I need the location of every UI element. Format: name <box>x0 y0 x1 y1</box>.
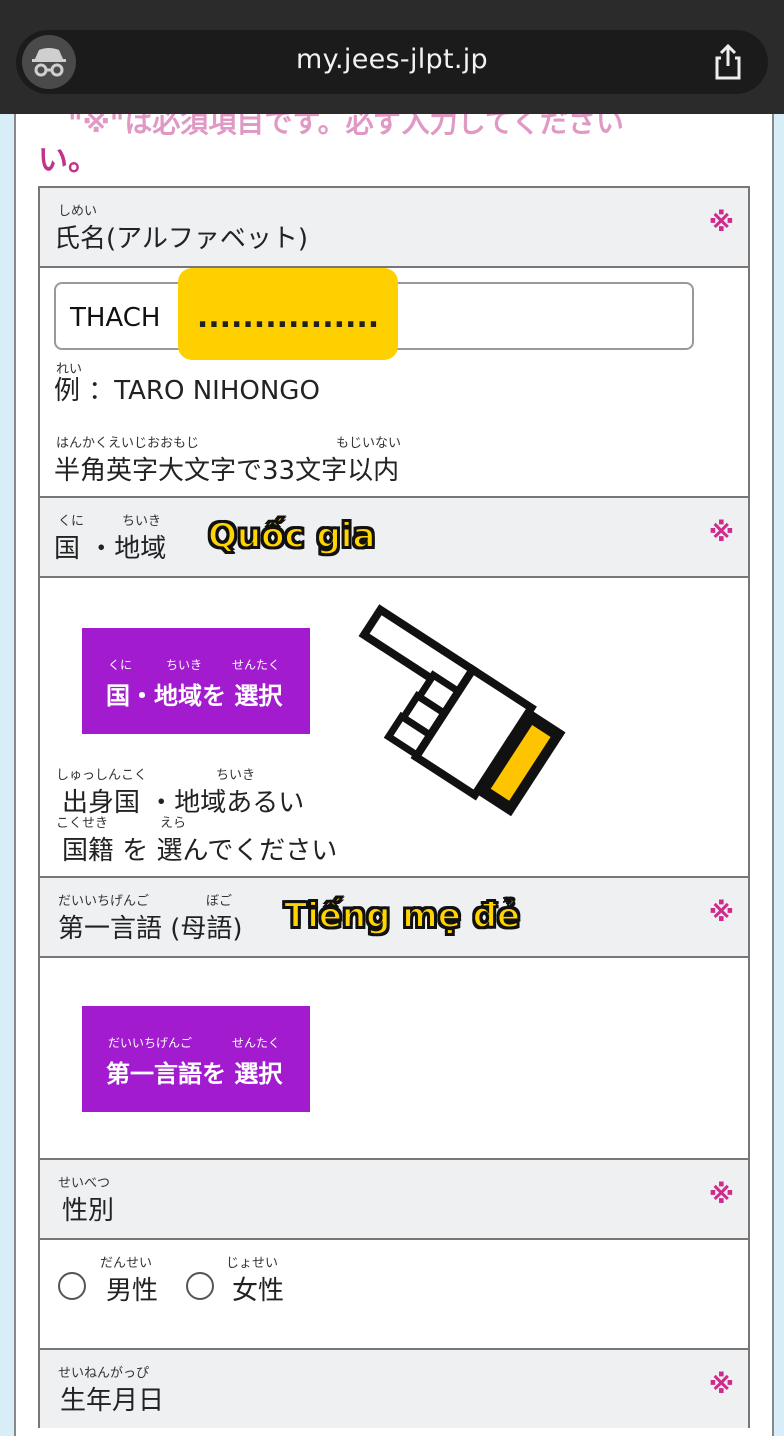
url-text[interactable]: my.jees-jlpt.jp <box>16 44 768 75</box>
birthdate-label: 生年月日 <box>60 1386 165 1416</box>
gender-field-body: だんせい 男性 じょせい 女性 <box>40 1240 748 1350</box>
rule-ruby-2: もじいない <box>336 436 402 451</box>
hint-ruby: こくせき <box>56 816 109 831</box>
male-ruby: だんせい <box>100 1256 153 1271</box>
female-ruby: じょせい <box>226 1256 279 1271</box>
share-icon[interactable] <box>708 42 748 82</box>
mother-tongue-ruby: ぼご <box>206 894 233 909</box>
required-mark: ※ <box>708 518 734 548</box>
language-label: 第一言語 (母語) <box>58 914 243 944</box>
hint-ruby: えら <box>160 816 187 831</box>
country-field-header: くに ちいき 国 ・地域 Quốc gia ※ <box>40 498 748 578</box>
name-field-header: しめい 氏名(アルファベット) ※ <box>40 188 748 268</box>
required-mark: ※ <box>708 898 734 928</box>
address-bar[interactable]: my.jees-jlpt.jp <box>16 30 768 94</box>
birthdate-field-header: せいねんがっぴ 生年月日 ※ <box>40 1350 748 1428</box>
required-mark: ※ <box>708 208 734 238</box>
name-field-body: THACH ................ れい 例 ：TARO NIHONG… <box>40 268 748 498</box>
female-radio[interactable] <box>186 1272 214 1300</box>
language-field-header: だいいちげんご ぼご 第一言語 (母語) Tiếng mẹ đẻ ※ <box>40 878 748 958</box>
region-ruby: ちいき <box>122 514 162 529</box>
select-country-button[interactable]: くに ちいき せんたく 国・地域を 選択 <box>82 628 310 734</box>
masked-name-overlay: ................ <box>178 268 398 360</box>
male-radio[interactable] <box>58 1272 86 1300</box>
required-mark: ※ <box>708 1180 734 1210</box>
hint-ruby: ちいき <box>216 768 256 783</box>
name-example: 例 ：TARO NIHONGO <box>54 376 320 406</box>
country-caption: Quốc gia <box>207 515 376 557</box>
language-field-body: だいいちげんご せんたく 第一言語を 選択 <box>40 958 748 1160</box>
browser-toolbar: my.jees-jlpt.jp <box>0 0 784 114</box>
name-ruby: しめい <box>58 204 98 219</box>
name-rule: 半角英字大文字で33文字以内 <box>54 456 400 486</box>
select-language-button[interactable]: だいいちげんご せんたく 第一言語を 選択 <box>82 1006 310 1112</box>
gender-ruby: せいべつ <box>58 1176 111 1191</box>
gender-field-header: せいべつ 性別 ※ <box>40 1160 748 1240</box>
female-label[interactable]: 女性 <box>232 1270 284 1307</box>
language-caption: Tiếng mẹ đẻ <box>283 895 521 937</box>
country-ruby: くに <box>58 514 85 529</box>
name-label: 氏名(アルファベット) <box>54 224 309 254</box>
rule-ruby: はんかくえいじおおもじ <box>56 436 200 451</box>
required-mark: ※ <box>708 1370 734 1400</box>
birthdate-ruby: せいねんがっぴ <box>58 1366 150 1381</box>
language-ruby: だいいちげんご <box>58 894 150 909</box>
country-label: 国 ・地域 <box>54 534 167 564</box>
gender-label: 性別 <box>62 1196 115 1226</box>
male-label[interactable]: 男性 <box>106 1270 158 1307</box>
hint-ruby: しゅっしんこく <box>56 768 148 783</box>
pointing-hand-icon <box>290 600 600 844</box>
